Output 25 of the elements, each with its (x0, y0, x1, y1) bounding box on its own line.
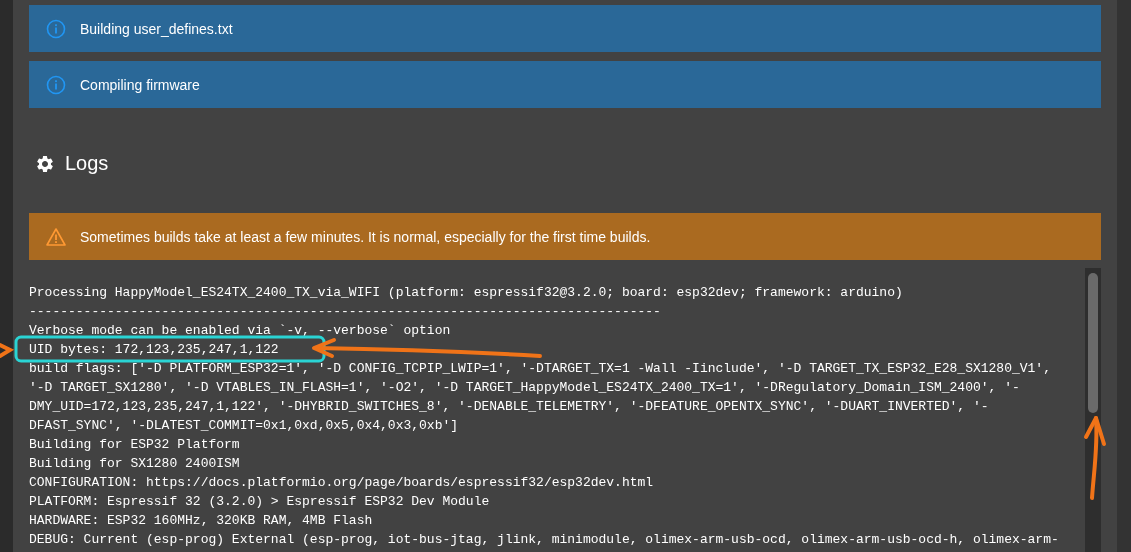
alert-text: Sometimes builds take at least a few minutes. It is normal, especially for the first time builds. (80, 228, 651, 245)
log-line: Building for SX1280 2400ISM (29, 456, 240, 471)
log-line: DFAST_SYNC', '-DLATEST_COMMIT=0x1,0xd,0x5,0x4,0x3,0xb'] (29, 418, 459, 433)
log-line: PLATFORM: Espressif 32 (3.2.0) > Espressif ESP32 Dev Module (29, 494, 490, 509)
log-line: HARDWARE: ESP32 160MHz, 320KB RAM, 4MB Flash (29, 513, 373, 528)
info-icon (46, 18, 66, 39)
scrollbar[interactable] (1085, 268, 1101, 552)
alert-text: Building user_defines.txt (80, 20, 233, 37)
info-icon (46, 74, 66, 95)
log-line: Verbose mode can be enabled via `-v, --verbose` option (29, 323, 451, 338)
alert-text: Compiling firmware (80, 76, 200, 93)
log-line: Processing HappyModel_ES24TX_2400_TX_via_WIFI (platform: espressif32@3.2.0; board: esp32dev; framework: arduino) (29, 285, 903, 300)
log-line: Building for ESP32 Platform (29, 437, 240, 452)
log-line: UID bytes: 172,123,235,247,1,122 (29, 342, 279, 357)
log-line: --------------------------------------------------------------------------------- (29, 304, 661, 319)
arrow-drawing (0, 343, 15, 358)
gear-icon (35, 153, 55, 174)
log-line: DEBUG: Current (esp-prog) External (esp-prog, iot-bus-jtag, jlink, minimodule, olimex-arm-usb-ocd, olimex-arm-usb-ocd-h, olimex-arm- (29, 532, 1059, 547)
log-line: CONFIGURATION: https://docs.platformio.org/page/boards/espressif32/esp32dev.html (29, 475, 654, 490)
scrollbar-thumb[interactable] (1088, 273, 1098, 413)
warning-icon (46, 226, 66, 247)
log-line: DMY_UID=172,123,235,247,1,122', '-DHYBRID_SWITCHES_8', '-DENABLE_TELEMETRY', '-DFEATURE_OPENTX_SYNC', '-DUART_INVERTED', '- (29, 399, 989, 414)
section-title: Logs (65, 152, 109, 175)
log-line: build flags: ['-D PLATFORM_ESP32=1', '-D CONFIG_TCPIP_LWIP=1', '-DTARGET_TX=1 -Wall -Iinclude', '-D TARGET_TX_ESP32_E28_SX1280_V1', (29, 361, 1051, 376)
log-line: '-D TARGET_SX1280', '-D VTABLES_IN_FLASH=1', '-O2', '-D TARGET_HappyModel_ES24TX_2400_TX=1', '-DRegulatory_Domain_ISM_2400', '- (29, 380, 1020, 395)
